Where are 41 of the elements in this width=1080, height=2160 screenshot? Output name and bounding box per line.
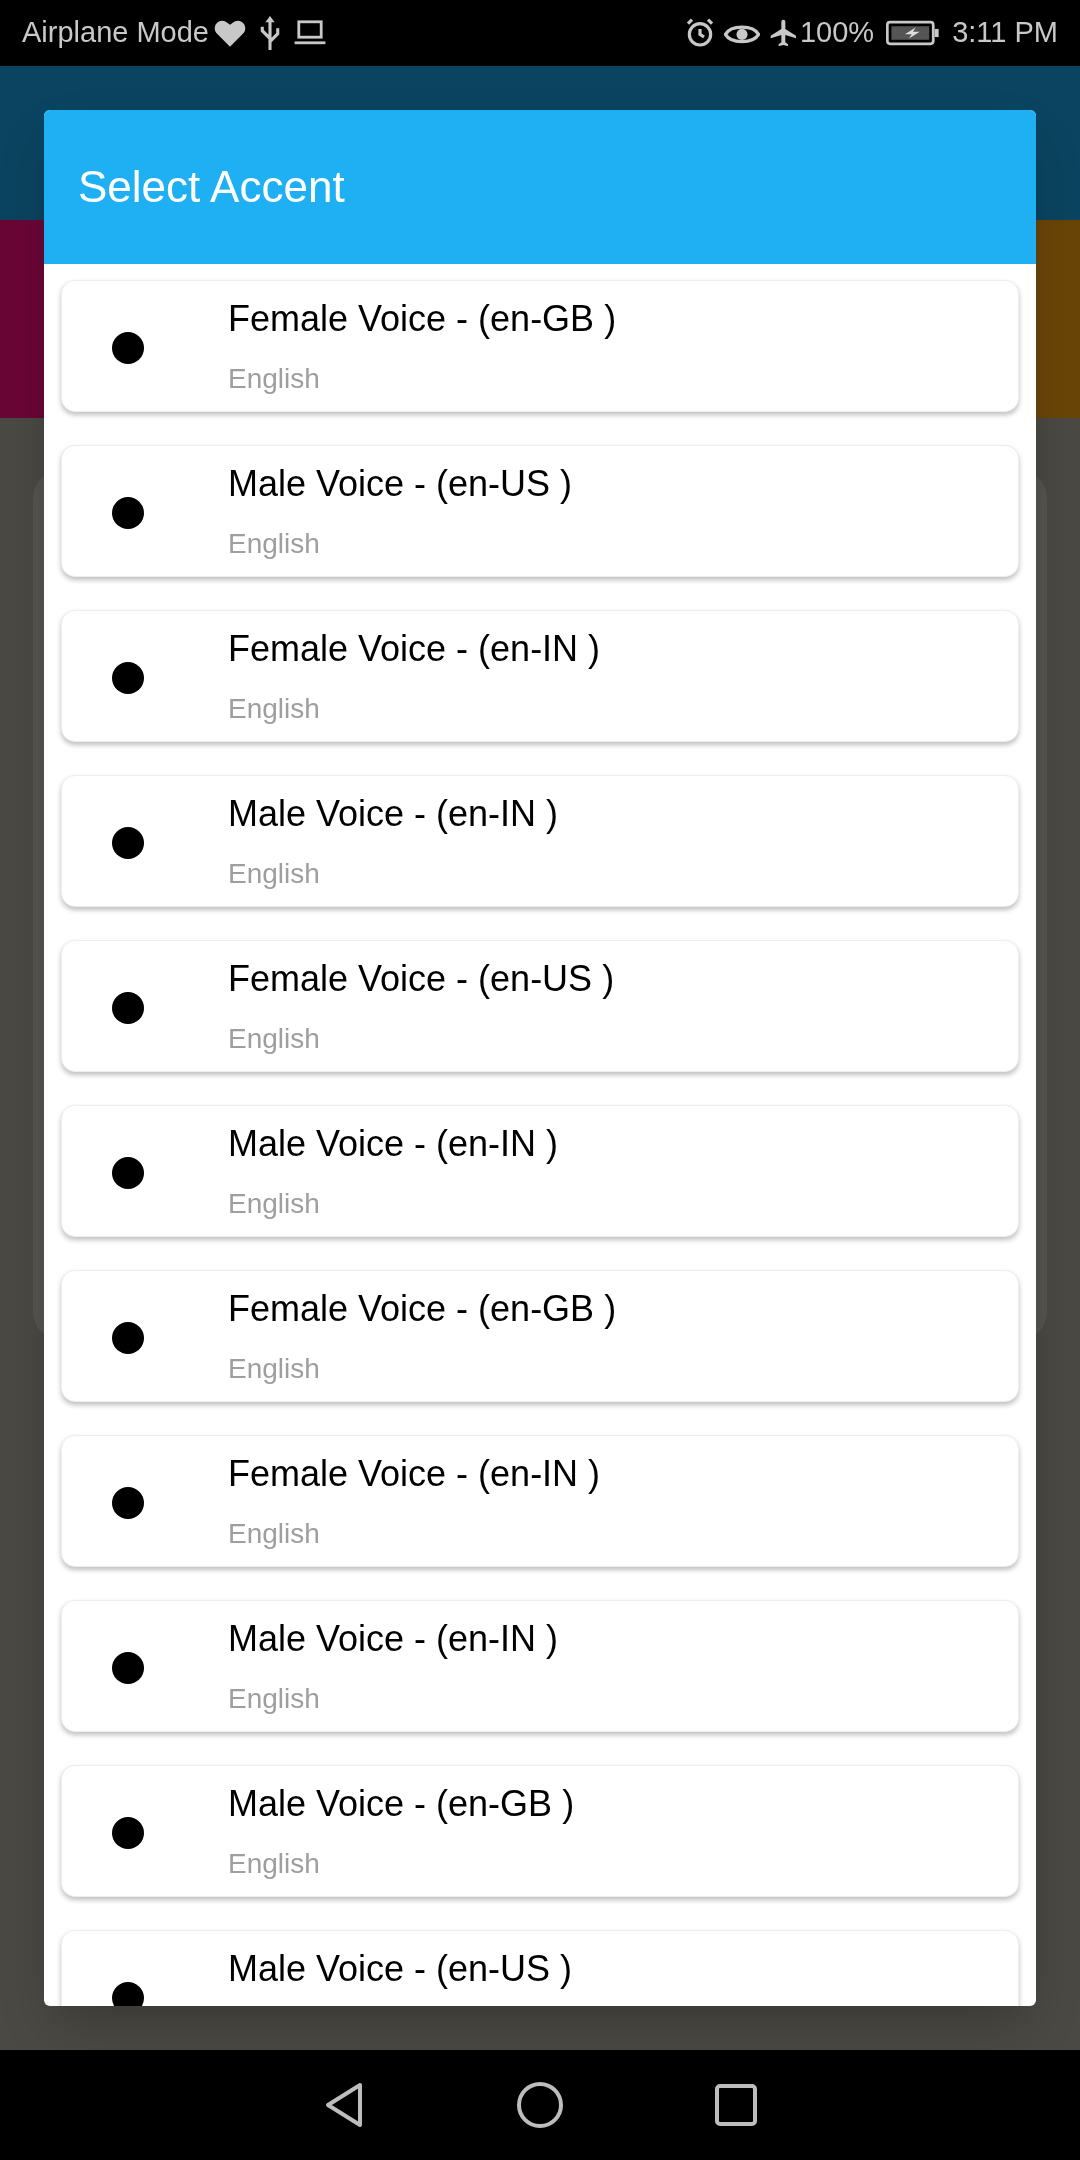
voice-name: Female Voice - (en-IN ) [228, 1452, 601, 1496]
recents-icon[interactable] [714, 2083, 758, 2127]
voice-language: English [228, 1517, 321, 1551]
accent-option[interactable]: Male Voice - (en-US ) English [61, 445, 1019, 577]
voice-name: Female Voice - (en-US ) [228, 957, 615, 1001]
voice-language: English [228, 1352, 321, 1386]
voice-language: English [228, 857, 321, 891]
accent-option[interactable]: Male Voice - (en-US ) [61, 1930, 1019, 2006]
laptop-icon [293, 19, 327, 47]
clock-time: 3:11 PM [952, 15, 1058, 51]
voice-language: English [228, 1022, 321, 1056]
voice-name: Female Voice - (en-GB ) [228, 1287, 617, 1331]
dialog-title: Select Accent [78, 161, 345, 213]
accent-option[interactable]: Female Voice - (en-IN ) English [61, 610, 1019, 742]
voice-language: English [228, 1682, 321, 1716]
voice-name: Male Voice - (en-US ) [228, 1947, 573, 1991]
accent-option[interactable]: Female Voice - (en-GB ) English [61, 1270, 1019, 1402]
voice-name: Male Voice - (en-IN ) [228, 792, 559, 836]
voice-name: Male Voice - (en-GB ) [228, 1782, 575, 1826]
voice-language: English [228, 527, 321, 561]
voice-name: Male Voice - (en-IN ) [228, 1122, 559, 1166]
voice-name: Male Voice - (en-US ) [228, 462, 573, 506]
voice-language: English [228, 1187, 321, 1221]
accent-option[interactable]: Female Voice - (en-IN ) English [61, 1435, 1019, 1567]
voice-name: Female Voice - (en-IN ) [228, 627, 601, 671]
status-text: Airplane Mode [22, 15, 209, 51]
accent-option[interactable]: Female Voice - (en-US ) English [61, 940, 1019, 1072]
home-icon[interactable] [516, 2081, 564, 2129]
accent-option[interactable]: Male Voice - (en-IN ) English [61, 1105, 1019, 1237]
voice-language: English [228, 692, 321, 726]
usb-icon [259, 16, 281, 50]
accent-option[interactable]: Female Voice - (en-GB ) English [61, 280, 1019, 412]
accent-option[interactable]: Male Voice - (en-IN ) English [61, 1600, 1019, 1732]
voice-name: Male Voice - (en-IN ) [228, 1617, 559, 1661]
battery-percent: 100% [799, 15, 875, 51]
accent-option[interactable]: Male Voice - (en-GB ) English [61, 1765, 1019, 1897]
battery-charging-icon [886, 19, 941, 47]
accent-option[interactable]: Male Voice - (en-IN ) English [61, 775, 1019, 907]
voice-language: English [228, 362, 321, 396]
voice-language: English [228, 1847, 321, 1881]
voice-name: Female Voice - (en-GB ) [228, 297, 617, 341]
